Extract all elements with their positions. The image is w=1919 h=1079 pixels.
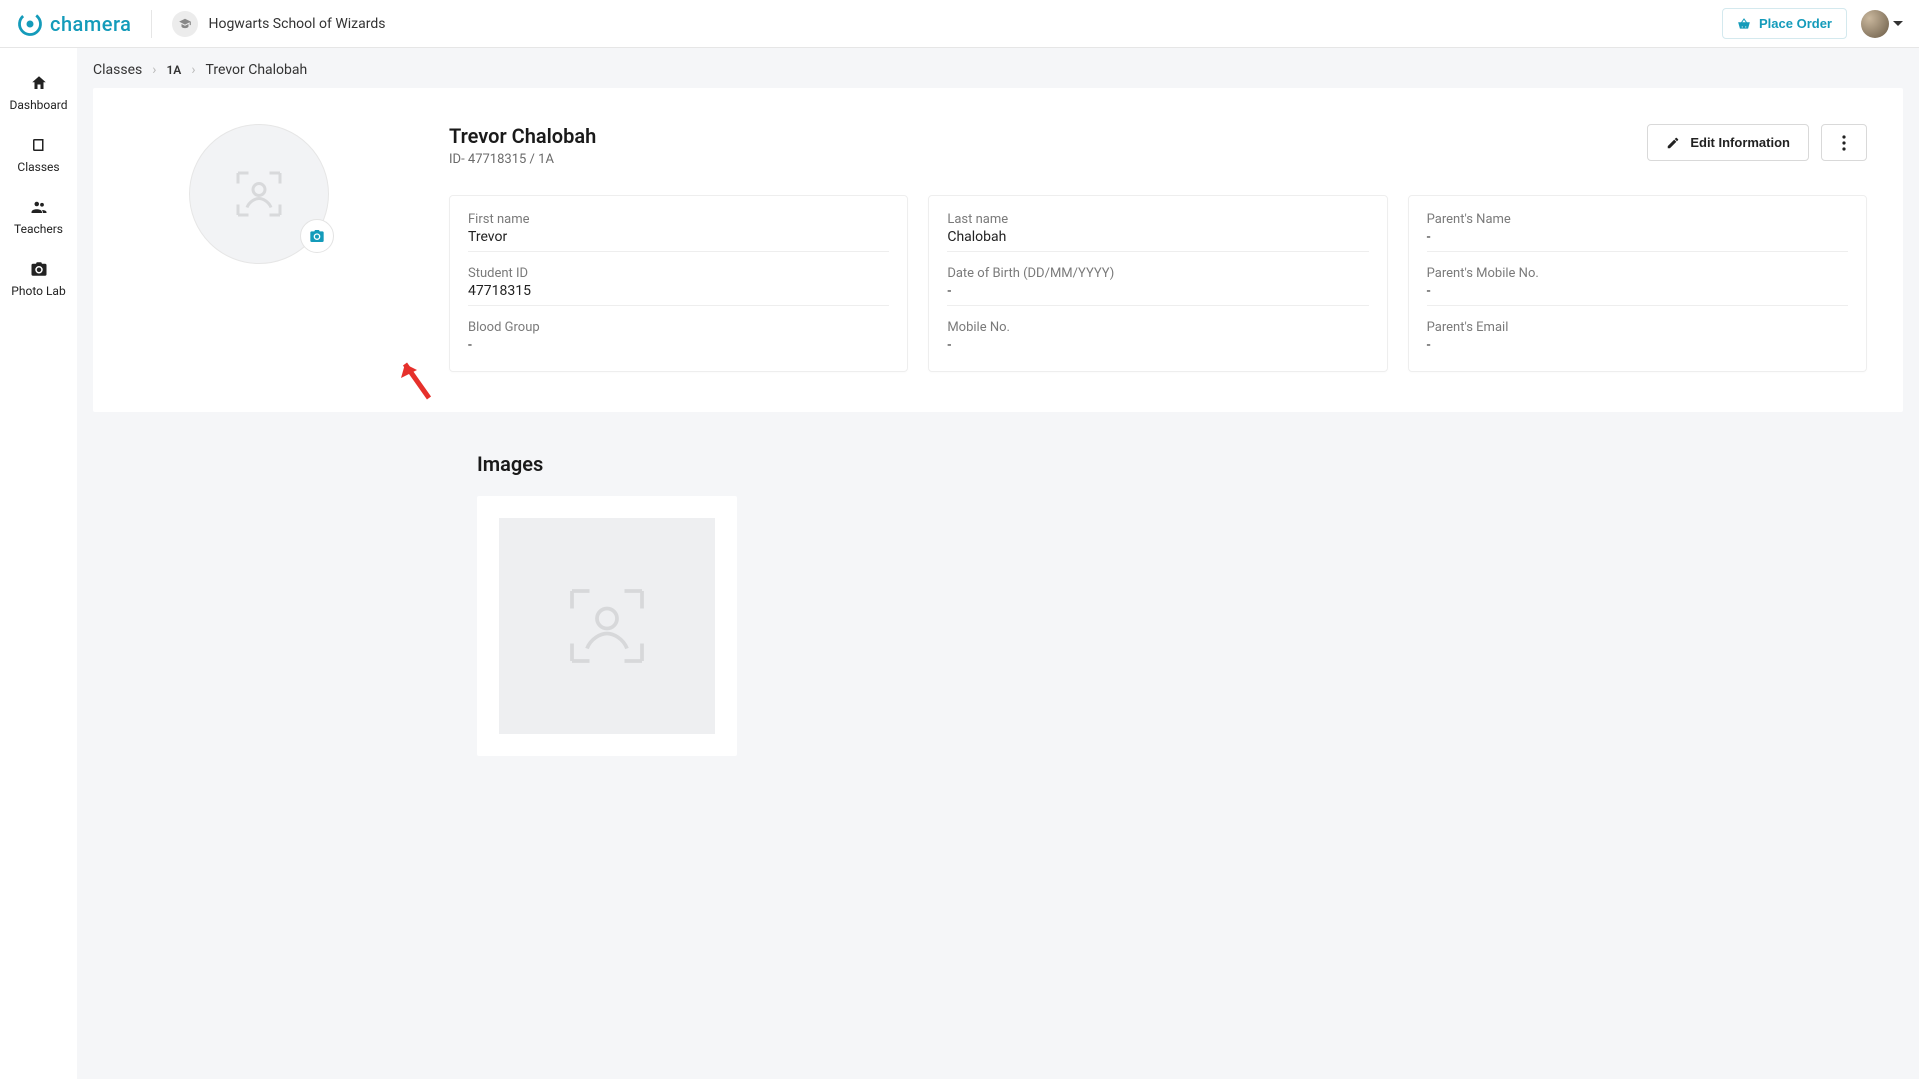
edit-information-button[interactable]: Edit Information (1647, 124, 1809, 161)
sidebar-item-photo-lab[interactable]: Photo Lab (0, 248, 77, 310)
chevron-down-icon (1893, 21, 1903, 26)
camera-icon (30, 260, 48, 278)
info-card: First name Trevor Student ID 47718315 Bl… (449, 195, 908, 372)
sidebar-item-label: Classes (17, 160, 59, 174)
sidebar-item-classes[interactable]: Classes (0, 124, 77, 186)
main-content: Classes › 1A › Trevor Chalobah (77, 48, 1919, 1079)
more-vertical-icon (1842, 135, 1846, 151)
field-value: Trevor (468, 229, 889, 252)
field-value: - (947, 337, 1368, 359)
field-value: - (468, 337, 889, 359)
user-menu[interactable] (1861, 10, 1903, 38)
book-icon (30, 136, 48, 154)
more-actions-button[interactable] (1821, 124, 1867, 161)
school-icon (172, 11, 198, 37)
breadcrumb-current: Trevor Chalobah (206, 62, 308, 78)
placeholder-person-icon (229, 164, 289, 224)
field-label: Parent's Name (1427, 212, 1848, 227)
image-placeholder (499, 518, 715, 734)
sidebar-item-teachers[interactable]: Teachers (0, 186, 77, 248)
field-label: Blood Group (468, 320, 889, 335)
student-actions: Edit Information (1647, 124, 1867, 161)
placeholder-person-icon (557, 576, 657, 676)
place-order-label: Place Order (1759, 16, 1832, 31)
field-value: 47718315 (468, 283, 889, 306)
place-order-button[interactable]: Place Order (1722, 8, 1847, 39)
field-label: Date of Birth (DD/MM/YYYY) (947, 266, 1368, 281)
field-label: Student ID (468, 266, 889, 281)
field-value: - (947, 283, 1368, 306)
breadcrumb-section[interactable]: 1A (166, 63, 181, 77)
info-grid: First name Trevor Student ID 47718315 Bl… (449, 195, 1867, 372)
breadcrumb-root[interactable]: Classes (93, 62, 142, 78)
sidebar-item-label: Teachers (14, 222, 63, 236)
images-heading: Images (477, 452, 1919, 476)
people-icon (30, 198, 48, 216)
user-avatar-icon (1861, 10, 1889, 38)
brand-name: chamera (50, 12, 131, 36)
header-left: chamera Hogwarts School of Wizards (16, 10, 385, 38)
student-card: Trevor Chalobah ID- 47718315 / 1A Edit I… (93, 88, 1903, 412)
sidebar-item-label: Dashboard (9, 98, 67, 112)
chevron-right-icon: › (191, 62, 195, 78)
sidebar: Dashboard Classes Teachers Photo Lab (0, 48, 77, 1079)
basket-icon (1737, 17, 1751, 31)
chevron-right-icon: › (152, 62, 156, 78)
field-label: Last name (947, 212, 1368, 227)
field-label: Parent's Email (1427, 320, 1848, 335)
upload-photo-button[interactable] (300, 219, 334, 253)
student-name: Trevor Chalobah (449, 124, 596, 148)
home-icon (30, 74, 48, 92)
image-card[interactable] (477, 496, 737, 756)
info-card: Parent's Name - Parent's Mobile No. - Pa… (1408, 195, 1867, 372)
student-avatar-placeholder (189, 124, 329, 264)
pencil-icon (1666, 136, 1680, 150)
camera-icon (309, 228, 325, 244)
brand-mark-icon (16, 10, 44, 38)
breadcrumb: Classes › 1A › Trevor Chalobah (77, 48, 1919, 88)
info-card: Last name Chalobah Date of Birth (DD/MM/… (928, 195, 1387, 372)
field-value: - (1427, 229, 1848, 252)
header-right: Place Order (1722, 8, 1903, 39)
sidebar-item-dashboard[interactable]: Dashboard (0, 62, 77, 124)
school-selector[interactable]: Hogwarts School of Wizards (172, 11, 385, 37)
brand-logo[interactable]: chamera (16, 10, 131, 38)
field-label: Parent's Mobile No. (1427, 266, 1848, 281)
field-label: Mobile No. (947, 320, 1368, 335)
student-details: Trevor Chalobah ID- 47718315 / 1A Edit I… (449, 124, 1867, 372)
avatar-column (129, 124, 389, 372)
divider (151, 10, 152, 38)
field-value: Chalobah (947, 229, 1368, 252)
field-value: - (1427, 283, 1848, 306)
field-value: - (1427, 337, 1848, 359)
annotation-arrow-icon (395, 354, 435, 404)
field-label: First name (468, 212, 889, 227)
sidebar-item-label: Photo Lab (11, 284, 65, 298)
edit-label: Edit Information (1690, 135, 1790, 150)
top-header: chamera Hogwarts School of Wizards Place… (0, 0, 1919, 48)
student-subtitle: ID- 47718315 / 1A (449, 152, 596, 167)
school-name: Hogwarts School of Wizards (208, 16, 385, 32)
